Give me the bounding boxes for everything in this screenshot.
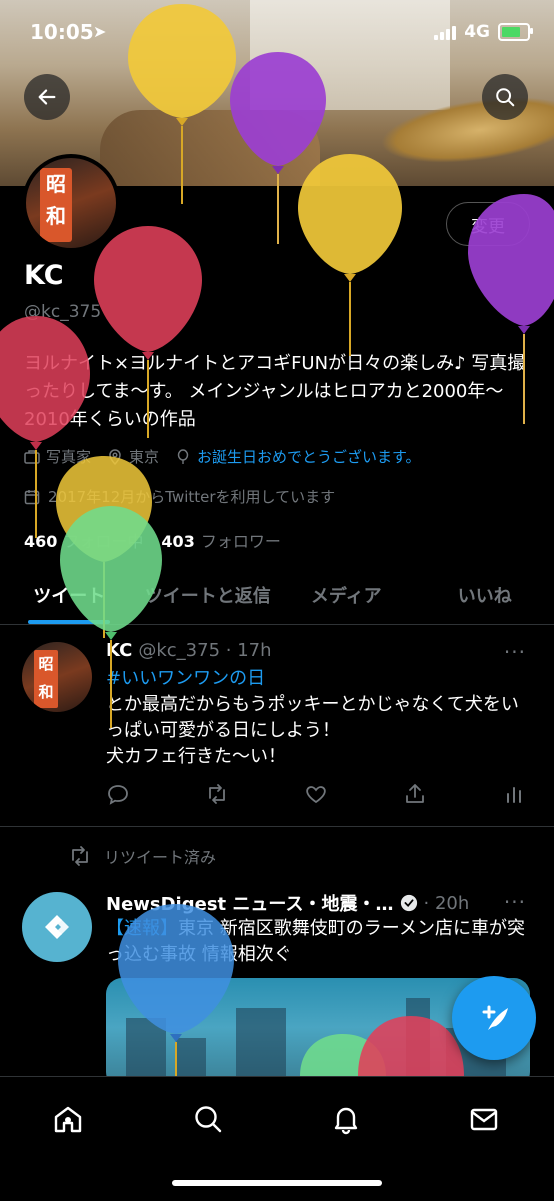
profile-name: KC (24, 260, 64, 291)
nav-messages[interactable] (464, 1099, 504, 1139)
followers-stat[interactable]: 403 フォロワー (161, 528, 280, 552)
profile-tabs: ツイート ツイートと返信 メディア いいね (0, 566, 554, 625)
tweet-body: #いいワンワンの日 とか最高だからもうポッキーとかじゃなくて犬をいっぱい可愛がる… (106, 666, 526, 770)
nav-home[interactable] (48, 1099, 88, 1139)
tweet-divider (0, 826, 554, 827)
tab-media[interactable]: メディア (277, 566, 416, 624)
tab-tweets[interactable]: ツイート (0, 566, 139, 624)
profile-bio: ヨルナイト×ヨルナイトとアコギFUNが日々の楽しみ♪ 写真撮ったりしてま〜す。 … (24, 350, 534, 434)
following-count: 460 (24, 532, 57, 551)
compose-tweet-button[interactable] (452, 976, 536, 1060)
compose-feather-icon (474, 998, 514, 1038)
edit-profile-button[interactable]: 変更 (446, 202, 530, 246)
retweet-label: リツイート済み (104, 844, 216, 868)
profile-location: 東京 (107, 446, 159, 467)
calendar-icon (24, 489, 40, 505)
avatar-sign: 昭和 (40, 168, 72, 242)
profile-meta: 写真家 東京 お誕生日おめでとうございます。 (24, 446, 421, 467)
nav-search[interactable] (188, 1099, 228, 1139)
battery-icon (498, 23, 530, 41)
tweet-author-name[interactable]: NewsDigest ニュース・地震・… (106, 890, 394, 916)
like-icon[interactable] (304, 782, 328, 806)
back-button[interactable] (24, 74, 70, 120)
profile-handle: @kc_375 (24, 302, 101, 322)
status-indicators: 4G (434, 22, 530, 42)
back-arrow-icon (36, 86, 58, 108)
tab-tweets-and-replies[interactable]: ツイートと返信 (139, 566, 278, 624)
tweet-avatar[interactable] (22, 892, 92, 962)
joined-text: 2017年12月からTwitterを利用しています (48, 486, 335, 507)
profile-avatar[interactable]: 昭和 (22, 154, 120, 252)
network-type: 4G (464, 22, 490, 42)
messages-icon (468, 1103, 500, 1135)
category-text: 写真家 (46, 446, 91, 467)
status-time: 10:05 (30, 20, 94, 44)
balloon-icon (175, 449, 191, 465)
home-icon (52, 1103, 84, 1135)
followers-count: 403 (161, 532, 194, 551)
analytics-icon[interactable] (502, 782, 526, 806)
tweet-header: NewsDigest ニュース・地震・… · 20h (106, 890, 469, 916)
location-text: 東京 (129, 446, 159, 467)
retweet-indicator: リツイート済み (68, 844, 216, 868)
reply-icon[interactable] (106, 782, 130, 806)
location-pin-icon (107, 449, 123, 465)
briefcase-icon (24, 449, 40, 465)
verified-badge-icon (400, 894, 418, 912)
retweet-icon (68, 844, 92, 868)
retweet-icon[interactable] (205, 782, 229, 806)
tweet-more-button[interactable]: ··· (504, 640, 526, 664)
tab-likes[interactable]: いいね (416, 566, 554, 624)
notifications-icon (330, 1103, 362, 1135)
status-bar: 10:05 ➤ 4G (0, 0, 554, 64)
search-icon (192, 1103, 224, 1135)
tweet-header: KC @kc_375 · 17h (106, 640, 272, 661)
home-indicator (172, 1180, 382, 1186)
search-button[interactable] (482, 74, 528, 120)
tweet-actions (106, 782, 526, 806)
tweet-avatar[interactable]: 昭和 (22, 642, 92, 712)
banner-guitar (100, 110, 320, 186)
following-stat[interactable]: 460 フォロー中 (24, 528, 143, 552)
location-arrow-icon: ➤ (93, 22, 106, 41)
follow-stats: 460 フォロー中 403 フォロワー (24, 528, 281, 552)
profile-birthday[interactable]: お誕生日おめでとうございます。 (175, 446, 421, 467)
media-building (406, 998, 430, 1088)
signal-icon (434, 24, 456, 40)
tweet-hashtag[interactable]: #いいワンワンの日 (106, 666, 526, 692)
tweet-avatar-sign: 昭和 (34, 650, 58, 708)
tweet-text: とか最高だからもうポッキーとかじゃなくて犬をいっぱい可愛がる日にしよう！ 犬カフ… (106, 692, 526, 770)
tweet-news-tag: 【速報】 (106, 918, 178, 939)
birthday-text[interactable]: お誕生日おめでとうございます。 (197, 446, 421, 467)
newsdigest-logo-icon (37, 907, 77, 947)
nav-notifications[interactable] (326, 1099, 366, 1139)
following-label: フォロー中 (63, 532, 143, 551)
followers-label: フォロワー (201, 532, 281, 551)
profile-joined: 2017年12月からTwitterを利用しています (24, 486, 335, 507)
share-icon[interactable] (403, 782, 427, 806)
search-icon (494, 86, 516, 108)
tweet-time: · 20h (424, 893, 470, 914)
tweet-handle-time: @kc_375 · 17h (138, 640, 271, 661)
profile-category: 写真家 (24, 446, 91, 467)
tweet-more-button[interactable]: ··· (504, 890, 526, 914)
tweet-body: 【速報】東京 新宿区歌舞伎町のラーメン店に車が突っ込む事故 情報相次ぐ (106, 916, 526, 968)
tweet-author-name[interactable]: KC (106, 640, 132, 661)
